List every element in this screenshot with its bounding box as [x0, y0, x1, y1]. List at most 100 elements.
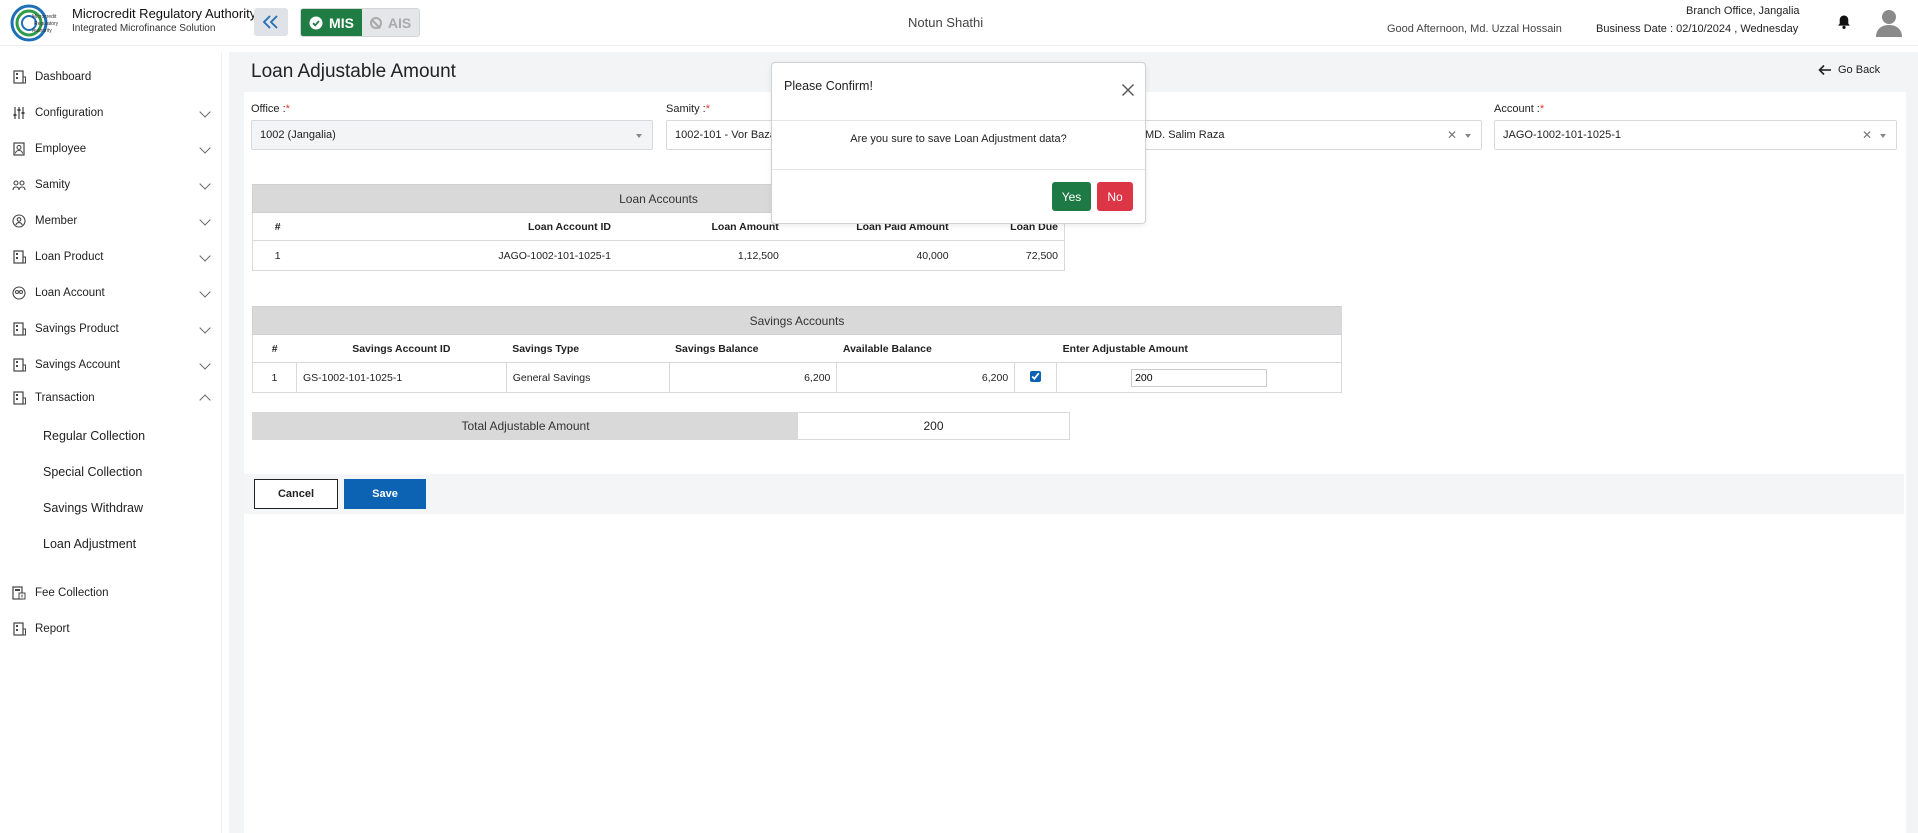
building-icon: [13, 250, 26, 264]
col-header: Savings Account ID: [296, 334, 507, 363]
sidebar-collapse-button[interactable]: [254, 8, 288, 36]
office-label: Office :*: [251, 103, 290, 115]
svg-text:Regulatory: Regulatory: [34, 21, 59, 27]
chevron-down-icon: [199, 358, 211, 370]
chevron-down-icon: [199, 214, 211, 226]
sidebar-item-label: Member: [35, 215, 78, 227]
office-select[interactable]: 1002 (Jangalia): [251, 120, 653, 150]
double-chevron-left-icon: [262, 15, 278, 29]
sidebar-item-label: Samity: [35, 179, 71, 191]
savings-accounts-table: Savings Accounts # Savings Account ID Sa…: [252, 306, 1342, 393]
sidebar-subitem-savings-withdraw[interactable]: Savings Withdraw: [43, 501, 143, 515]
chevron-down-icon: [199, 106, 211, 118]
modal-title: Please Confirm!: [784, 79, 873, 93]
samity-label: Samity :*: [666, 103, 711, 115]
bell-icon[interactable]: [1836, 14, 1852, 30]
total-adjustable-row: Total Adjustable Amount 200: [252, 412, 1070, 440]
col-header: Enter Adjustable Amount: [1056, 334, 1342, 363]
table-cell: 40,000: [916, 249, 949, 262]
account-value: JAGO-1002-101-1025-1: [1503, 129, 1622, 141]
table-cell: 6,200: [669, 362, 838, 393]
sidebar-item-transaction[interactable]: Transaction: [12, 387, 217, 409]
sidebar-item-label: Report: [35, 623, 70, 635]
sidebar-item-label: Savings Account: [35, 359, 121, 371]
caret-down-icon: [1880, 134, 1886, 138]
clear-icon[interactable]: ✕: [1862, 128, 1872, 142]
sidebar-item-report[interactable]: Report: [12, 618, 217, 640]
top-header: Microcredit Regulatory Authority Microcr…: [0, 0, 1918, 46]
user-avatar[interactable]: [1876, 9, 1902, 37]
modal-footer: [772, 169, 1145, 170]
sidebar-item-savings-product[interactable]: Savings Product: [12, 318, 217, 340]
save-button[interactable]: Save: [344, 479, 426, 509]
sidebar-item-label: Fee Collection: [35, 587, 109, 599]
ban-icon: [369, 16, 382, 29]
go-back-link[interactable]: Go Back: [1818, 64, 1880, 76]
sidebar-item-dashboard[interactable]: Dashboard: [12, 66, 217, 88]
select-checkbox-cell: [1014, 362, 1058, 393]
table-cell: 6,200: [836, 362, 1016, 393]
col-header: [1014, 334, 1057, 363]
clear-icon[interactable]: ✕: [1447, 128, 1457, 142]
sidebar-item-label: Employee: [35, 143, 87, 155]
arrow-left-icon: [1818, 64, 1831, 76]
group-icon: [12, 180, 26, 191]
total-adjustable-value: 200: [798, 413, 1069, 439]
adjust-checkbox[interactable]: [1030, 370, 1042, 382]
sidebar-subitem-special-collection[interactable]: Special Collection: [43, 465, 142, 479]
brand-title: Microcredit Regulatory Authority: [72, 6, 257, 21]
branch-office: Branch Office, Jangalia: [1686, 5, 1800, 17]
sidebar-item-label: Transaction: [35, 392, 95, 404]
ais-mode-button[interactable]: AIS: [362, 9, 419, 36]
caret-down-icon: [636, 134, 642, 138]
chevron-down-icon: [199, 286, 211, 298]
col-header: Loan Amount: [616, 212, 785, 241]
yes-button[interactable]: Yes: [1052, 182, 1091, 211]
sidebar-item-label: Loan Account: [35, 287, 105, 299]
col-header: Loan Account ID: [302, 212, 617, 241]
sidebar-item-member[interactable]: Member: [12, 210, 217, 232]
cancel-button[interactable]: Cancel: [254, 479, 338, 509]
user-icon: [13, 142, 25, 156]
table-cell: 72,500: [1025, 249, 1058, 262]
table-cell: GS-1002-101-1025-1: [296, 362, 507, 393]
mis-mode-button[interactable]: MIS: [301, 9, 362, 36]
sliders-icon: [13, 107, 25, 119]
chevron-down-icon: [199, 322, 211, 334]
table-cell: 1: [252, 362, 297, 393]
adjustable-amount-input[interactable]: [1131, 368, 1268, 387]
sidebar-item-fee-collection[interactable]: Fee Collection: [12, 582, 217, 604]
members-icon: [12, 214, 26, 228]
mode-switch: MIS AIS: [300, 8, 420, 37]
chevron-up-icon: [199, 394, 211, 406]
modal-message: Are you sure to save Loan Adjustment dat…: [850, 133, 1067, 145]
no-button[interactable]: No: [1097, 182, 1133, 211]
sidebar-item-label: Configuration: [35, 107, 104, 119]
sidebar-item-configuration[interactable]: Configuration: [12, 102, 217, 124]
col-header: #: [252, 212, 303, 241]
sidebar-subitem-loan-adjustment[interactable]: Loan Adjustment: [43, 537, 136, 551]
chevron-down-icon: [199, 142, 211, 154]
sidebar-item-savings-account[interactable]: Savings Account: [12, 354, 217, 376]
action-bar: [244, 474, 1904, 514]
chevron-down-icon: [199, 250, 211, 262]
confirm-modal: Please Confirm! Are you sure to save Loa…: [771, 62, 1146, 224]
sidebar-item-samity[interactable]: Samity: [12, 174, 217, 196]
samity-value: 1002-101 - Vor Bazar: [675, 129, 780, 141]
col-header: Savings Type: [506, 334, 670, 363]
col-header: Savings Balance: [669, 334, 837, 363]
col-header: #: [252, 334, 297, 363]
sidebar-subitem-regular-collection[interactable]: Regular Collection: [43, 429, 145, 443]
account-select[interactable]: JAGO-1002-101-1025-1 ✕: [1494, 120, 1897, 150]
close-icon[interactable]: [1121, 83, 1135, 97]
table-cell: General Savings: [506, 362, 670, 393]
modal-header: Please Confirm!: [772, 63, 1145, 121]
business-date: Business Date : 02/10/2024 , Wednesday: [1596, 23, 1799, 35]
sidebar-item-label: Dashboard: [35, 71, 92, 83]
table-cell: 1,12,500: [737, 249, 779, 262]
sidebar-item-employee[interactable]: Employee: [12, 138, 217, 160]
sidebar-item-label: Loan Product: [35, 251, 104, 263]
sidebar-item-loan-product[interactable]: Loan Product: [12, 246, 217, 268]
sidebar-item-loan-account[interactable]: Loan Account: [12, 282, 217, 304]
user-greeting: Good Afternoon, Md. Uzzal Hossain: [1387, 23, 1562, 35]
